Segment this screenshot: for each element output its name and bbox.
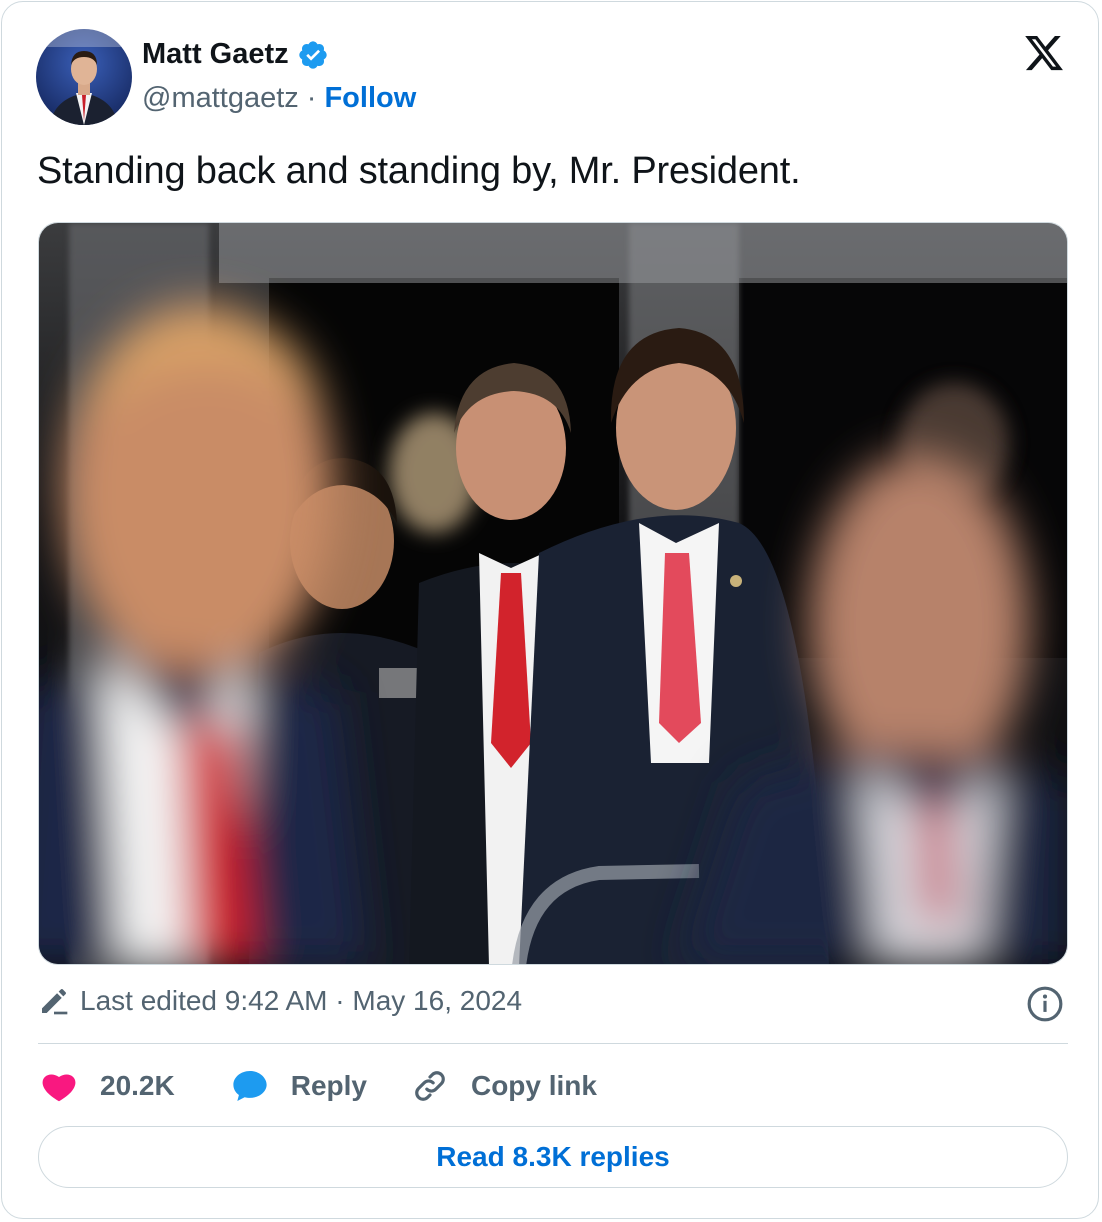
pencil-icon (38, 985, 70, 1017)
info-icon[interactable] (1026, 985, 1064, 1023)
verified-badge-icon (297, 39, 329, 71)
tweet-card: Matt Gaetz @mattgaetz · Follow Standing … (1, 1, 1099, 1219)
reply-label: Reply (290, 1070, 367, 1101)
author-name[interactable]: Matt Gaetz (142, 38, 289, 71)
like-button[interactable]: 20.2K (40, 1067, 175, 1105)
divider (38, 1043, 1068, 1044)
tweet-photo[interactable] (38, 222, 1068, 965)
read-replies-button[interactable]: Read 8.3K replies (38, 1126, 1068, 1188)
heart-icon (42, 1074, 76, 1102)
action-bar: 20.2K Reply Copy link (40, 1064, 597, 1108)
like-count: 20.2K (100, 1070, 175, 1101)
author-handle[interactable]: @mattgaetz (142, 82, 299, 115)
tweet-text: Standing back and standing by, Mr. Presi… (37, 150, 801, 192)
follow-button[interactable]: Follow (324, 82, 416, 115)
speech-bubble-icon (233, 1070, 267, 1102)
author-avatar[interactable] (36, 29, 132, 125)
copy-link-button[interactable]: Copy link (411, 1067, 597, 1105)
copy-link-label: Copy link (470, 1070, 597, 1101)
link-icon (415, 1071, 445, 1101)
separator-dot: · (306, 82, 317, 114)
reply-button[interactable]: Reply (231, 1067, 367, 1105)
x-logo-icon[interactable] (1022, 32, 1066, 74)
last-edited-timestamp[interactable]: Last edited 9:42 AM · May 16, 2024 (80, 985, 522, 1017)
